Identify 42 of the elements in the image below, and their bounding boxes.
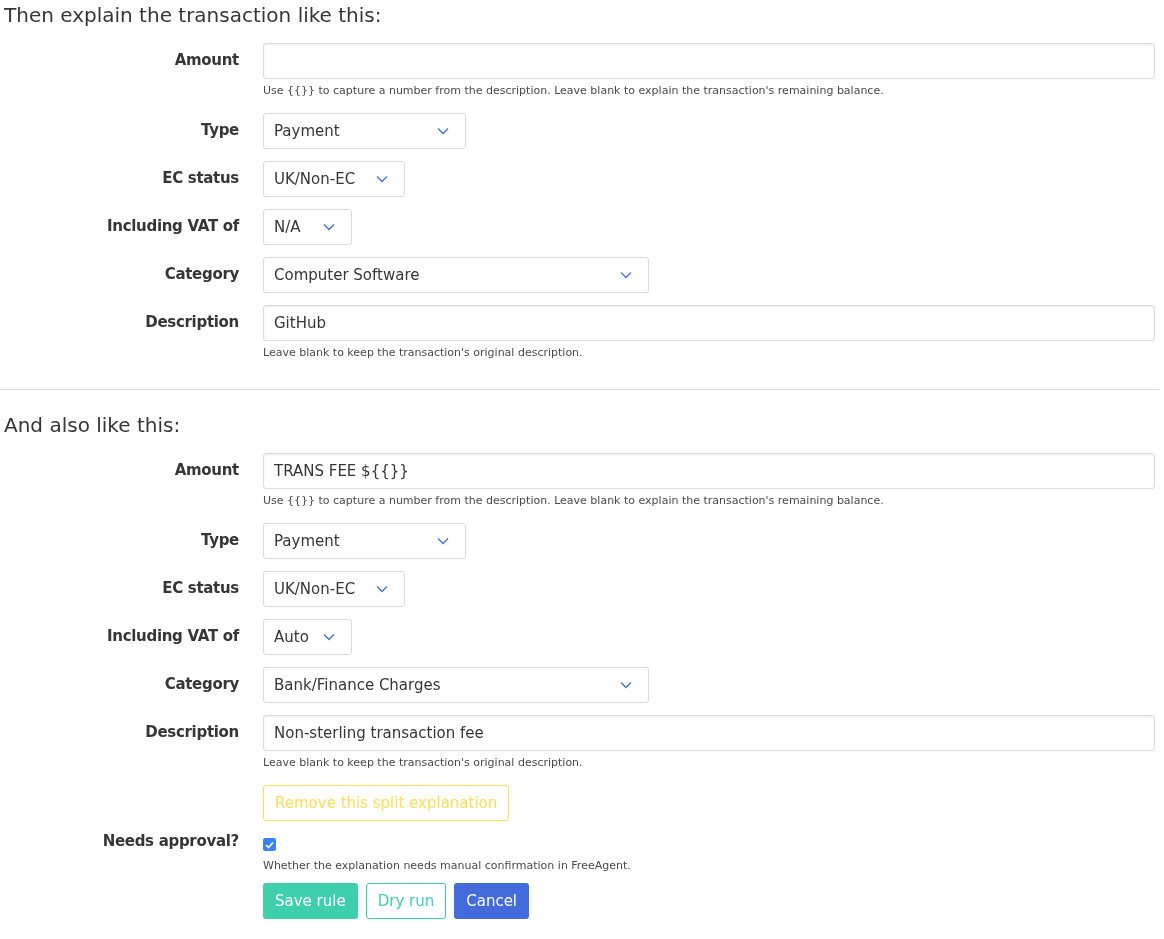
text-field[interactable]: GitHub (263, 305, 1155, 341)
help-text: Whether the explanation needs manual confirmation in FreeAgent. (263, 858, 632, 873)
chevron-down-icon (323, 633, 335, 641)
field-label: Type (200, 530, 240, 551)
dropdown[interactable]: Auto (263, 619, 352, 655)
chevron-down-icon (620, 681, 632, 689)
field-label: Description (144, 312, 240, 333)
checkbox[interactable] (263, 838, 276, 851)
field-label: Including VAT of (106, 626, 241, 647)
text-field[interactable]: Non-sterling transaction fee (263, 715, 1155, 751)
help-text: Leave blank to keep the transaction's original description. (263, 756, 584, 770)
cancel-button[interactable]: Cancel (454, 882, 530, 919)
dropdown[interactable]: Payment (263, 113, 466, 149)
text-field[interactable] (263, 43, 1155, 79)
field-label: Including VAT of (106, 216, 241, 237)
help-text: Leave blank to keep the transaction's original description. (263, 346, 584, 360)
chevron-down-icon (376, 175, 388, 183)
help-text: Use {{}} to capture a number from the description. Leave blank to explain the transaction's remaining balance. (263, 494, 885, 508)
field-label: Amount (173, 50, 240, 71)
dropdown[interactable]: N/A (263, 209, 352, 245)
chevron-down-icon (323, 223, 335, 231)
dropdown[interactable]: Bank/Finance Charges (263, 667, 649, 703)
field-label: EC status (161, 578, 240, 599)
field-label: Description (144, 722, 240, 743)
chevron-down-icon (620, 271, 632, 279)
chevron-down-icon (437, 537, 449, 545)
dropdown[interactable]: Computer Software (263, 257, 649, 293)
help-text: Use {{}} to capture a number from the description. Leave blank to explain the transaction's remaining balance. (263, 84, 885, 98)
field-label: EC status (161, 168, 240, 189)
chevron-down-icon (437, 127, 449, 135)
text-field[interactable]: TRANS FEE ${{}} (263, 453, 1155, 489)
field-label: Category (163, 264, 240, 285)
field-label: Category (163, 674, 240, 695)
section-heading: And also like this: (4, 412, 182, 439)
chevron-down-icon (376, 585, 388, 593)
field-label: Amount (173, 460, 240, 481)
dropdown[interactable]: Payment (263, 523, 466, 559)
section-heading: Then explain the transaction like this: (4, 2, 383, 29)
field-label: Needs approval? (101, 832, 240, 852)
dropdown[interactable]: UK/Non-EC (263, 571, 405, 607)
field-label: Type (200, 120, 240, 141)
dropdown[interactable]: UK/Non-EC (263, 161, 405, 197)
